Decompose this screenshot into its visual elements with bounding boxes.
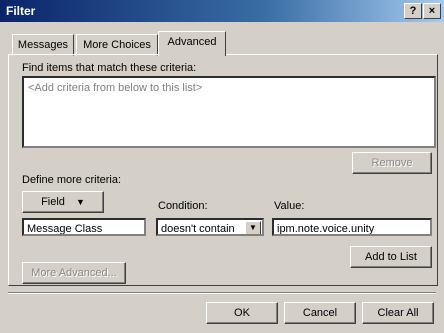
filter-dialog: Filter ? × Messages More Choices Advance… <box>0 0 444 333</box>
tab-messages[interactable]: Messages <box>12 34 74 56</box>
field-button-label: Field <box>41 196 65 208</box>
criteria-list[interactable]: <Add criteria from below to this list> <box>22 76 436 148</box>
remove-button[interactable]: Remove <box>352 152 432 174</box>
window-title: Filter <box>6 4 36 18</box>
chevron-down-icon[interactable]: ▼ <box>245 221 261 234</box>
cancel-button[interactable]: Cancel <box>284 302 356 324</box>
tab-more-choices[interactable]: More Choices <box>76 34 158 56</box>
ok-button[interactable]: OK <box>206 302 278 324</box>
condition-label: Condition: <box>158 200 208 212</box>
tab-advanced[interactable]: Advanced <box>158 31 226 56</box>
define-heading: Define more criteria: <box>22 174 122 186</box>
more-advanced-button[interactable]: More Advanced... <box>22 262 126 284</box>
field-button[interactable]: Field ▼ <box>22 191 104 213</box>
dropdown-arrow-icon: ▼ <box>75 197 85 207</box>
separator <box>8 292 436 294</box>
condition-select[interactable]: doesn't contain ▼ <box>156 218 264 236</box>
clear-all-button[interactable]: Clear All <box>362 302 434 324</box>
close-icon[interactable]: × <box>423 3 441 19</box>
add-to-list-button[interactable]: Add to List <box>350 246 432 268</box>
value-label: Value: <box>274 200 305 212</box>
criteria-heading: Find items that match these criteria: <box>22 62 197 74</box>
condition-value: doesn't contain <box>161 223 235 235</box>
criteria-placeholder: <Add criteria from below to this list> <box>28 82 203 94</box>
value-input[interactable]: ipm.note.voice.unity <box>272 218 432 236</box>
field-input[interactable]: Message Class <box>22 218 146 236</box>
title-bar: Filter ? × <box>0 0 444 22</box>
help-icon[interactable]: ? <box>404 3 422 19</box>
